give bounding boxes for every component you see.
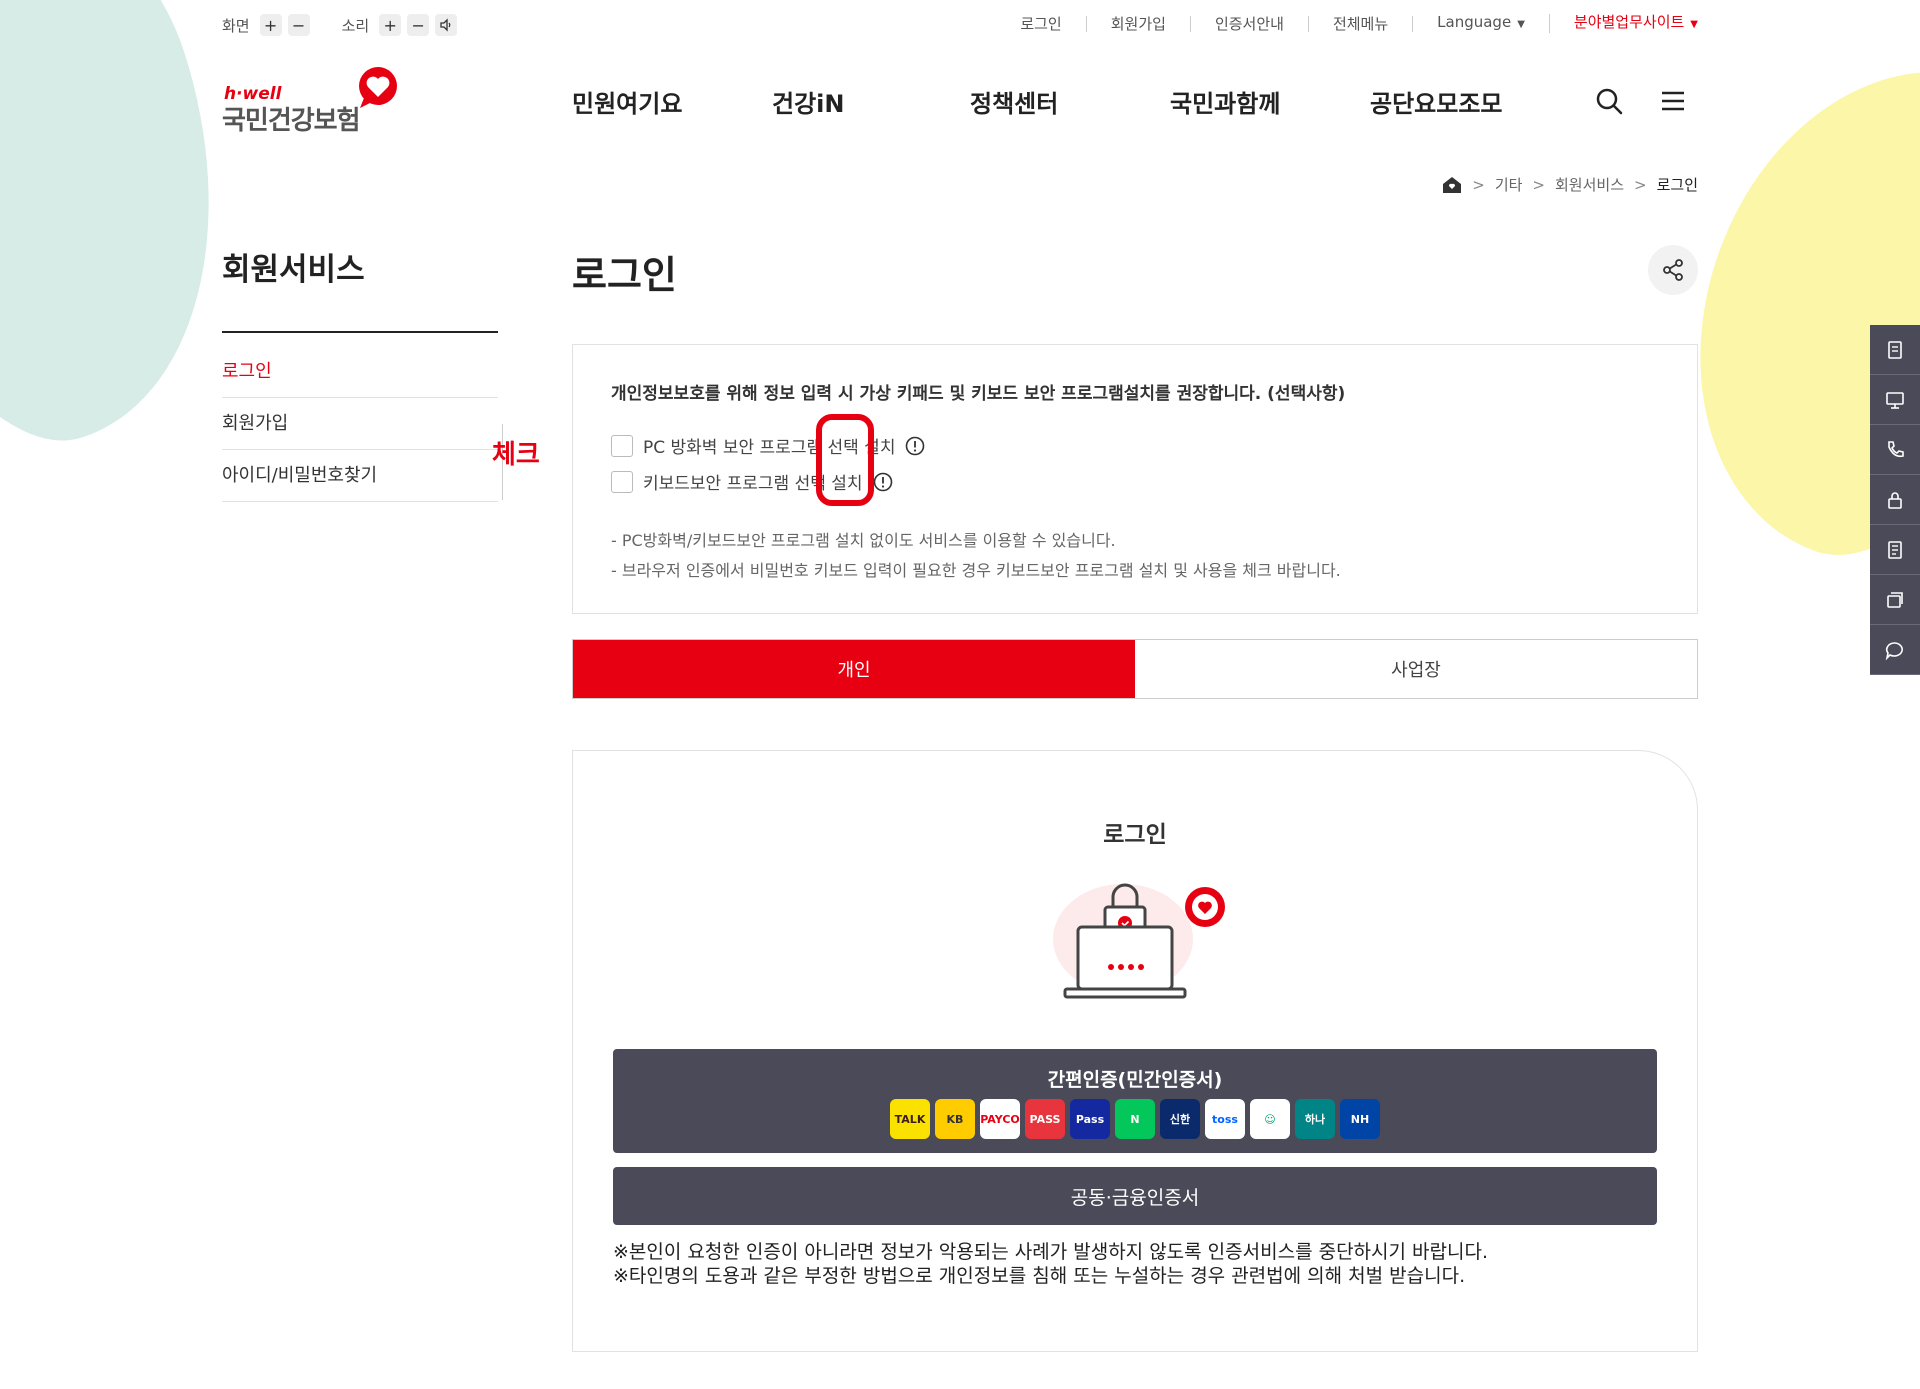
info-icon[interactable] bbox=[905, 436, 925, 456]
security-heading: 개인정보보호를 위해 정보 입력 시 가상 키패드 및 키보드 보안 프로그램설… bbox=[611, 384, 1346, 404]
quick-chat-icon[interactable] bbox=[1870, 625, 1920, 675]
provider-naver-icon: N bbox=[1115, 1099, 1155, 1139]
side-menu-title: 회원서비스 bbox=[222, 252, 365, 288]
gnb-item-civil[interactable]: 민원여기요 bbox=[572, 84, 772, 119]
side-menu: 로그인 회원가입 아이디/비밀번호찾기 bbox=[222, 346, 498, 502]
joint-cert-button[interactable]: 공동·금융인증서 bbox=[613, 1167, 1657, 1225]
warning-text: ※타인명의 도용과 같은 부정한 방법으로 개인정보를 침해 또는 누설하는 경… bbox=[613, 1265, 1466, 1287]
laptop-lock-illustration bbox=[1053, 883, 1225, 999]
share-button[interactable] bbox=[1648, 245, 1698, 295]
logo-heart-icon bbox=[359, 67, 397, 108]
speaker-icon[interactable] bbox=[435, 14, 458, 36]
util-link-cert-guide[interactable]: 인증서안내 bbox=[1191, 15, 1309, 32]
home-icon[interactable] bbox=[1442, 176, 1462, 194]
quick-phone-icon[interactable] bbox=[1870, 425, 1920, 475]
sound-up-button[interactable]: + bbox=[379, 14, 402, 36]
quick-form-icon[interactable] bbox=[1870, 525, 1920, 575]
util-language-select[interactable]: Language ▼ bbox=[1413, 14, 1550, 33]
caret-down-icon: ▼ bbox=[1517, 19, 1525, 30]
quick-cards-icon[interactable] bbox=[1870, 575, 1920, 625]
screen-zoom-in-button[interactable]: + bbox=[259, 14, 282, 36]
business-sites-label: 분야별업무사이트 bbox=[1573, 13, 1685, 31]
security-note: - 브라우저 인증에서 비밀번호 키보드 입력이 필요한 경우 키보드보안 프로… bbox=[611, 561, 1341, 580]
caret-down-icon: ▼ bbox=[1690, 19, 1698, 30]
firewall-checkbox[interactable] bbox=[611, 434, 633, 457]
provider-pass-icon: PASS bbox=[1025, 1099, 1065, 1139]
provider-shinhan-icon: 신한 bbox=[1160, 1099, 1200, 1139]
breadcrumb-current: 로그인 bbox=[1656, 176, 1698, 194]
gnb-item-together[interactable]: 국민과함께 bbox=[1170, 84, 1370, 119]
hamburger-menu-icon[interactable] bbox=[1658, 86, 1688, 116]
warning-text: ※본인이 요청한 인증이 아니라면 정보가 악용되는 사례가 발생하지 않도록 … bbox=[613, 1241, 1488, 1263]
provider-kb-icon: KB bbox=[935, 1099, 975, 1139]
provider-nh-icon: NH bbox=[1340, 1099, 1380, 1139]
quick-document-icon[interactable] bbox=[1870, 325, 1920, 375]
chevron-right-icon: > bbox=[1634, 175, 1647, 194]
tab-personal[interactable]: 개인 bbox=[573, 640, 1135, 698]
easy-auth-label: 간편인증(민간인증서) bbox=[1047, 1069, 1223, 1091]
provider-smile-icon: ☺ bbox=[1250, 1099, 1290, 1139]
tab-business[interactable]: 사업장 bbox=[1135, 640, 1697, 698]
login-panel: 로그인 간편인증(민간인증서) TALK KB PAYCO PASS Pass bbox=[572, 750, 1698, 1352]
util-link-all-menu[interactable]: 전체메뉴 bbox=[1309, 15, 1414, 32]
quick-menu-bar bbox=[1870, 325, 1920, 675]
provider-payco-icon: PAYCO bbox=[980, 1099, 1020, 1139]
gnb-item-health[interactable]: 건강iN bbox=[772, 84, 970, 119]
util-link-join[interactable]: 회원가입 bbox=[1087, 15, 1191, 32]
utility-links: 로그인 회원가입 인증서안내 전체메뉴 Language ▼ 분야별업무사이트 ▼ bbox=[996, 14, 1698, 33]
side-item-join[interactable]: 회원가입 bbox=[222, 398, 498, 450]
provider-hana-icon: 하나 bbox=[1295, 1099, 1335, 1139]
quick-lock-icon[interactable] bbox=[1870, 475, 1920, 525]
side-menu-divider bbox=[222, 331, 498, 333]
page-title: 로그인 bbox=[572, 253, 677, 297]
security-note: - PC방화벽/키보드보안 프로그램 설치 없이도 서비스를 이용할 수 있습니… bbox=[611, 531, 1116, 550]
security-program-box: 개인정보보호를 위해 정보 입력 시 가상 키패드 및 키보드 보안 프로그램설… bbox=[572, 344, 1698, 614]
checkbox-highlight-mark bbox=[816, 414, 874, 506]
keyboard-security-checkbox[interactable] bbox=[611, 470, 633, 493]
side-item-login[interactable]: 로그인 bbox=[222, 346, 498, 398]
easy-auth-button[interactable]: 간편인증(민간인증서) TALK KB PAYCO PASS Pass N 신한… bbox=[613, 1049, 1657, 1153]
sound-down-button[interactable]: − bbox=[407, 14, 430, 36]
breadcrumb-item[interactable]: 회원서비스 bbox=[1555, 174, 1624, 195]
provider-kakao-icon: TALK bbox=[890, 1099, 930, 1139]
member-type-tabs: 개인 사업장 bbox=[572, 639, 1698, 699]
sound-label: 소리 bbox=[341, 16, 370, 35]
provider-samsung-pass-icon: Pass bbox=[1070, 1099, 1110, 1139]
provider-toss-icon: toss bbox=[1205, 1099, 1245, 1139]
check-annotation: 체크 bbox=[492, 424, 540, 500]
logo-name-text: 국민건강보험 bbox=[222, 106, 361, 136]
main-navigation: 민원여기요 건강iN 정책센터 국민과함께 공단요모조모 bbox=[572, 84, 1570, 119]
firewall-option[interactable]: PC 방화벽 보안 프로그램 선택 설치 bbox=[611, 433, 925, 458]
chevron-right-icon: > bbox=[1532, 175, 1545, 194]
chevron-right-icon: > bbox=[1472, 175, 1485, 194]
utility-bar: 화면 + − 소리 + − 로그인 회원가입 인증서안내 전체메뉴 Langua… bbox=[222, 14, 1698, 44]
login-panel-title: 로그인 bbox=[1103, 822, 1167, 848]
util-business-sites-select[interactable]: 분야별업무사이트 ▼ bbox=[1550, 14, 1698, 33]
util-link-login[interactable]: 로그인 bbox=[996, 15, 1087, 32]
screen-zoom-out-button[interactable]: − bbox=[287, 14, 310, 36]
page-wrapper: 화면 + − 소리 + − 로그인 회원가입 인증서안내 전체메뉴 Langua… bbox=[222, 0, 1698, 1389]
search-icon[interactable] bbox=[1594, 86, 1624, 116]
accessibility-controls: 화면 + − 소리 + − bbox=[222, 14, 458, 36]
breadcrumb-item[interactable]: 기타 bbox=[1495, 174, 1523, 195]
language-label: Language bbox=[1437, 13, 1512, 31]
check-annotation-text: 체크 bbox=[492, 440, 540, 470]
share-icon bbox=[1663, 259, 1683, 281]
screen-zoom-label: 화면 bbox=[222, 16, 250, 35]
side-item-find-account[interactable]: 아이디/비밀번호찾기 bbox=[222, 450, 498, 502]
gnb-item-policy[interactable]: 정책센터 bbox=[970, 84, 1170, 119]
site-logo[interactable]: h·well 국민건강보험 bbox=[222, 66, 402, 136]
breadcrumb: > 기타 > 회원서비스 > 로그인 bbox=[1442, 174, 1698, 195]
quick-monitor-icon[interactable] bbox=[1870, 375, 1920, 425]
info-icon[interactable] bbox=[873, 472, 893, 492]
easy-auth-providers: TALK KB PAYCO PASS Pass N 신한 toss ☺ 하나 N… bbox=[890, 1099, 1380, 1139]
gnb-item-about[interactable]: 공단요모조모 bbox=[1370, 84, 1570, 119]
